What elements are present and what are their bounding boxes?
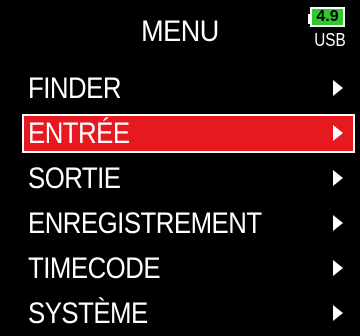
chevron-right-icon (333, 260, 343, 276)
menu-item-label: FINDER (28, 72, 121, 105)
menu-item-label: SORTIE (28, 162, 121, 195)
menu-item-label: ENTRÉE (28, 117, 130, 150)
title-bar: MENU 4.9 USB (0, 0, 360, 66)
device-screen: MENU 4.9 USB FINDER ENTRÉE SORTIE ENREGI… (0, 0, 360, 335)
battery-icon: 4.9 (308, 7, 345, 27)
menu-item-label: TIMECODE (28, 252, 161, 285)
menu-item-entree[interactable]: ENTRÉE (0, 111, 360, 156)
chevron-right-icon (333, 80, 343, 96)
chevron-right-icon (333, 215, 343, 231)
menu-item-sortie[interactable]: SORTIE (0, 156, 360, 201)
battery-indicator: 4.9 USB (308, 7, 359, 55)
menu-item-enregistrement[interactable]: ENREGISTREMENT (0, 201, 360, 246)
page-title: MENU (141, 15, 219, 48)
menu-item-label: SYSTÈME (28, 297, 148, 330)
menu-list: FINDER ENTRÉE SORTIE ENREGISTREMENT TIME… (0, 66, 360, 336)
chevron-right-icon (333, 170, 343, 186)
chevron-right-icon (333, 125, 343, 141)
menu-item-systeme[interactable]: SYSTÈME (0, 291, 360, 336)
chevron-right-icon (333, 305, 343, 321)
battery-level: 4.9 (316, 8, 339, 25)
menu-item-label: ENREGISTREMENT (28, 207, 262, 240)
power-source-label: USB (314, 30, 346, 50)
menu-item-timecode[interactable]: TIMECODE (0, 246, 360, 291)
menu-item-finder[interactable]: FINDER (0, 66, 360, 111)
